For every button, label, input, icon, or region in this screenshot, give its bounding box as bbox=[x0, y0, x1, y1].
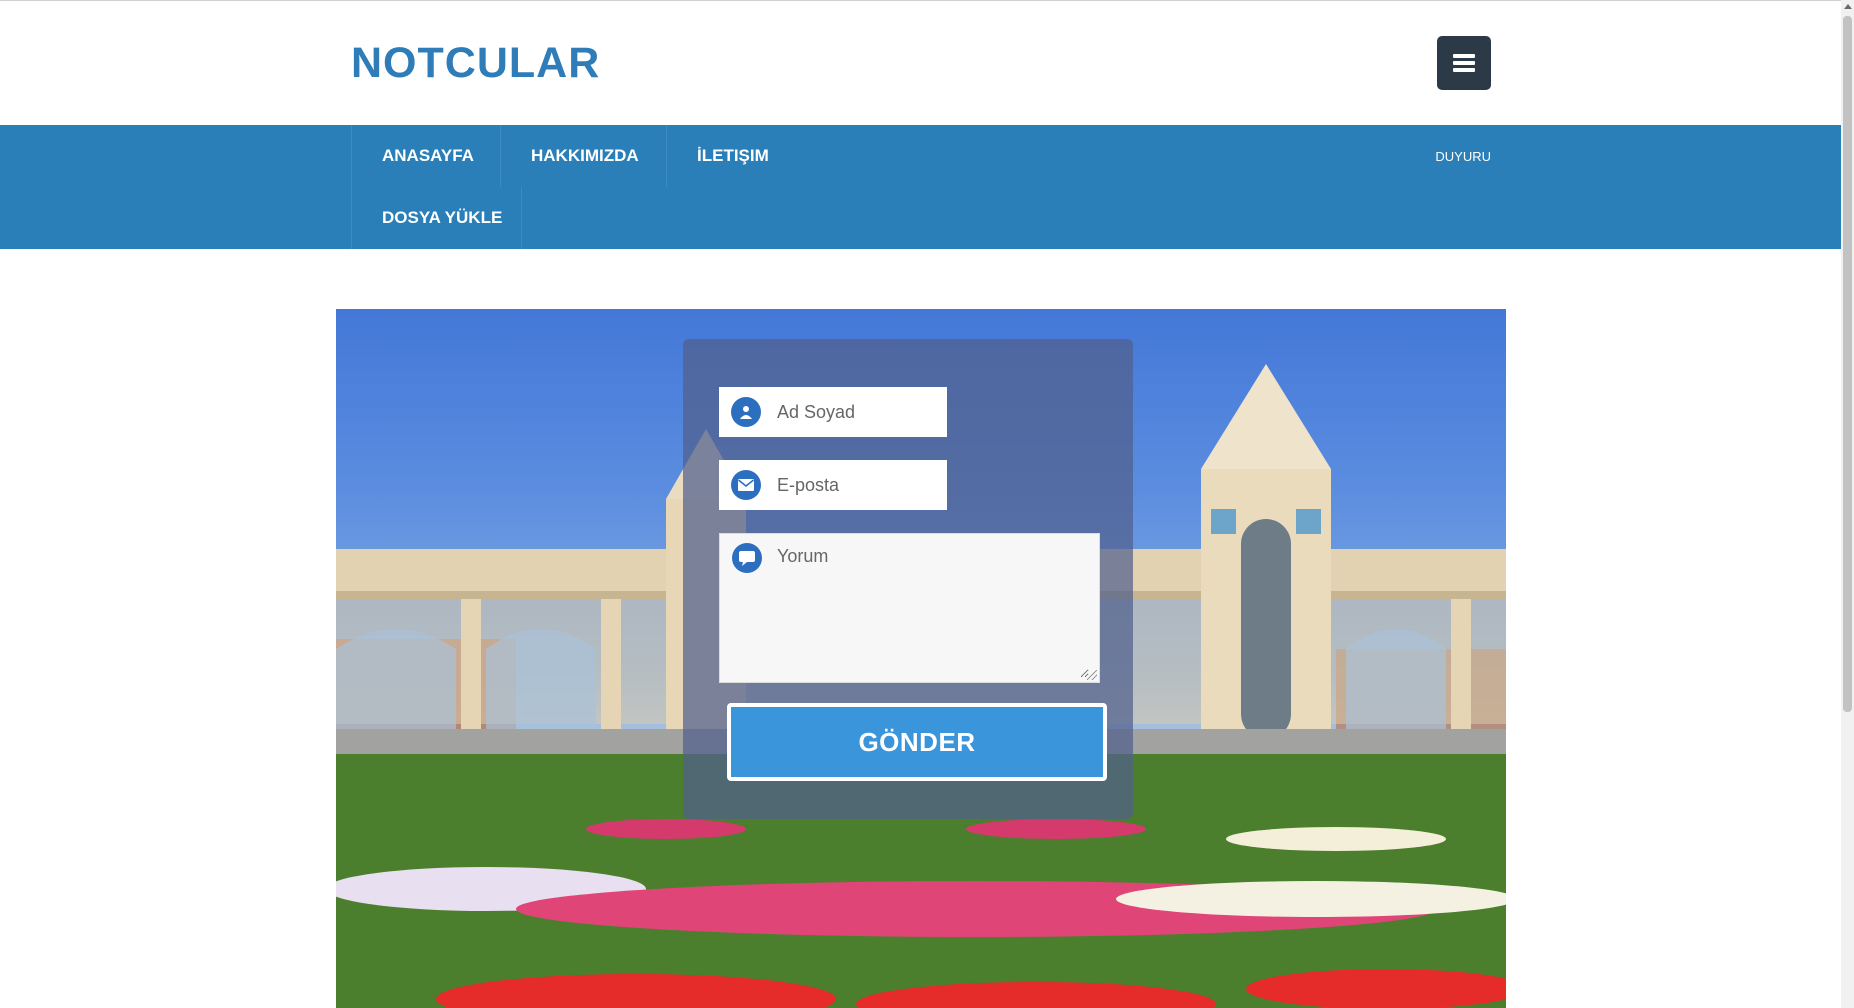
menu-toggle-button[interactable] bbox=[1437, 36, 1491, 90]
top-border bbox=[0, 0, 1841, 1]
hero-banner: GÖNDER bbox=[336, 309, 1506, 1008]
resize-handle-icon[interactable] bbox=[1087, 670, 1097, 680]
scroll-up-arrow-icon[interactable] bbox=[1844, 4, 1852, 9]
comment-field[interactable] bbox=[719, 533, 1100, 683]
name-field[interactable] bbox=[719, 387, 947, 437]
nav-item-upload[interactable]: DOSYA YÜKLE bbox=[351, 187, 522, 249]
email-field[interactable] bbox=[719, 460, 947, 510]
page-scrollbar[interactable] bbox=[1841, 0, 1854, 1008]
comment-textarea[interactable] bbox=[775, 544, 1089, 678]
site-logo[interactable]: NOTCULAR bbox=[351, 36, 600, 90]
nav-item-about[interactable]: HAKKIMIZDA bbox=[500, 125, 667, 187]
name-input[interactable] bbox=[775, 400, 929, 424]
scrollbar-thumb[interactable] bbox=[1843, 16, 1852, 712]
envelope-icon bbox=[731, 470, 761, 500]
chat-bubble-icon bbox=[732, 543, 762, 573]
email-input[interactable] bbox=[775, 473, 929, 497]
nav-item-home[interactable]: ANASAYFA bbox=[351, 125, 501, 187]
user-icon bbox=[731, 397, 761, 427]
nav-announcement-link[interactable]: DUYURU bbox=[1435, 125, 1491, 187]
main-nav: ANASAYFA HAKKIMIZDA İLETIŞIM DOSYA YÜKLE… bbox=[0, 125, 1841, 249]
nav-item-contact[interactable]: İLETIŞIM bbox=[666, 125, 792, 187]
submit-button[interactable]: GÖNDER bbox=[727, 703, 1107, 781]
hamburger-icon bbox=[1453, 54, 1475, 72]
